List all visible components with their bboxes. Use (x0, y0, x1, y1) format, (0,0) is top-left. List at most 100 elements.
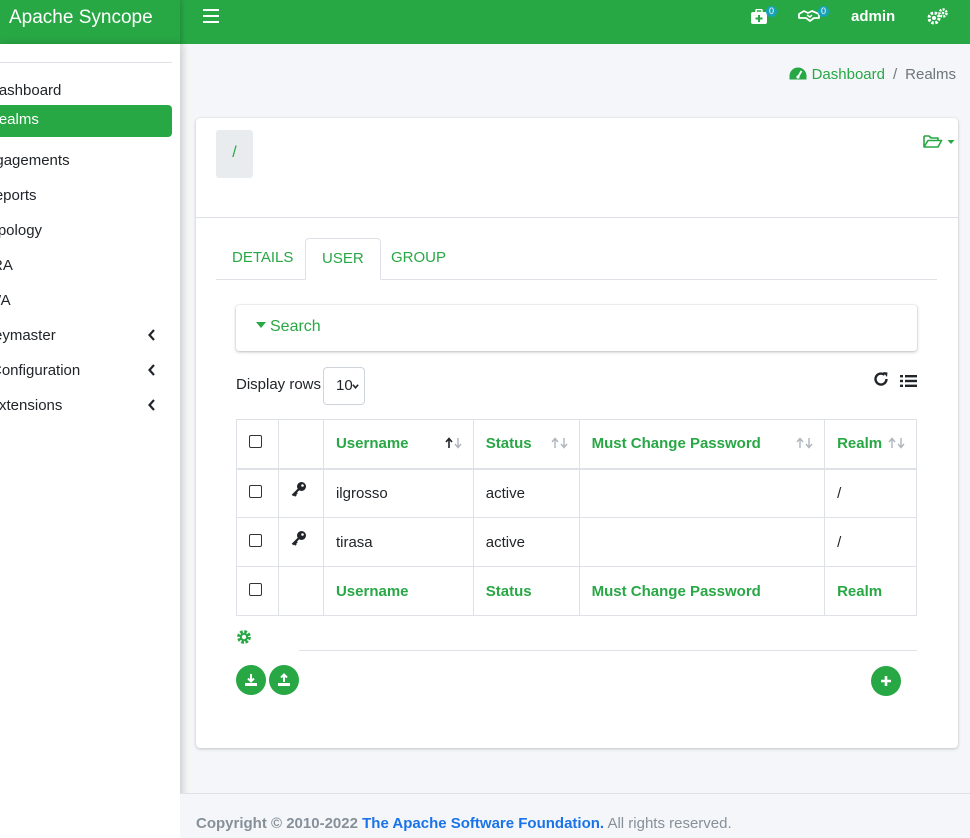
column-footer-realm: Realm (824, 566, 917, 616)
notifications-badge: 0 (766, 6, 778, 17)
settings-gears-icon[interactable] (927, 8, 949, 30)
search-panel-toggle[interactable]: Search (236, 305, 917, 351)
cell-status: active (472, 468, 580, 518)
key-icon[interactable] (291, 481, 307, 498)
table-tools (872, 370, 918, 392)
sidebar-item-label: Engagements (0, 152, 70, 169)
column-header-label: Status (485, 435, 532, 453)
column-header-username[interactable]: Username (322, 419, 474, 470)
apache-foundation-link[interactable]: The Apache Software Foundation. (362, 815, 604, 832)
cell-must-change-password (578, 517, 826, 567)
column-header-must-change-password[interactable]: Must Change Password (578, 419, 826, 470)
table-row[interactable]: ilgrosso active / (236, 468, 917, 518)
sort-icon (551, 437, 568, 449)
sidebar-item-wa[interactable]: WA (0, 286, 172, 318)
app-title: Apache Syncope (9, 7, 153, 28)
column-header-status[interactable]: Status (472, 419, 580, 470)
sidebar-item-topology[interactable]: Topology (0, 216, 172, 248)
chevron-left-icon (148, 399, 155, 411)
row-select-cell (236, 468, 279, 518)
realm-tabs: DETAILS USER GROUP (216, 238, 937, 280)
actions-divider (299, 650, 917, 651)
tab-user[interactable]: USER (305, 238, 381, 280)
cell-username: tirasa (322, 517, 474, 567)
app-brand[interactable]: Apache Syncope (0, 0, 180, 44)
plus-icon (881, 676, 891, 686)
tab-details[interactable]: DETAILS (216, 238, 309, 280)
column-footer-status: Status (472, 566, 580, 616)
caret-down-icon (947, 140, 955, 144)
sidebar-item-configuration[interactable]: Configuration (0, 356, 172, 388)
cell-realm: / (824, 468, 917, 518)
select-all-cell (236, 566, 279, 616)
gear-icon[interactable] (236, 629, 252, 645)
sidebar-item-dashboard[interactable]: Dashboard (0, 76, 172, 108)
actions-footer-cell (277, 566, 324, 616)
dashboard-icon (789, 67, 807, 80)
column-header-label: Username (335, 435, 409, 453)
sidebar-item-label: Reports (0, 187, 37, 204)
cell-status: active (472, 517, 580, 567)
breadcrumb-home-label: Dashboard (811, 66, 885, 83)
sidebar-item-label: WA (0, 292, 11, 309)
user-menu[interactable]: admin (851, 8, 895, 25)
caret-down-icon (256, 322, 266, 328)
column-list-icon[interactable] (900, 374, 918, 388)
download-icon (245, 674, 257, 686)
table-footer-row: Username Status Must Change Password Rea… (236, 566, 917, 616)
add-user-button[interactable] (871, 666, 901, 696)
row-checkbox[interactable] (249, 533, 262, 547)
realm-card: / DETAILS USER GROUP Search Display rows… (196, 118, 958, 748)
breadcrumb: Dashboard / Realms (789, 66, 956, 83)
sidebar-item-label: Topology (0, 222, 43, 239)
breadcrumb-home[interactable]: Dashboard (789, 66, 885, 83)
menu-toggle-icon[interactable] (203, 9, 219, 25)
sidebar-item-realms[interactable]: Realms (0, 105, 172, 137)
chevron-down-icon (352, 384, 359, 390)
realm-path-label: / (232, 144, 237, 161)
select-all-cell (236, 419, 279, 470)
sidebar-item-label: Keymaster (0, 327, 56, 344)
sidebar-item-keymaster[interactable]: Keymaster (0, 321, 172, 353)
realm-actions-button[interactable] (923, 134, 955, 153)
sidebar-item-reports[interactable]: Reports (0, 181, 172, 213)
cell-username: ilgrosso (322, 468, 474, 518)
table-header-row: Username Status Must Change Password Rea… (236, 419, 917, 470)
sidebar-item-engagements[interactable]: Engagements (0, 146, 172, 178)
sort-icon (888, 437, 905, 449)
row-actions-cell (277, 517, 324, 567)
breadcrumb-current: Realms (905, 66, 956, 83)
column-header-label: Must Change Password (591, 435, 761, 453)
column-header-realm[interactable]: Realm (824, 419, 917, 470)
display-rows-select[interactable]: 10 (323, 367, 365, 405)
select-all-checkbox[interactable] (249, 435, 262, 449)
tasks-icon[interactable]: 0 (798, 6, 830, 29)
tasks-badge: 0 (818, 6, 830, 17)
column-header-label: Realm (837, 435, 883, 453)
select-all-checkbox[interactable] (249, 582, 262, 596)
key-icon[interactable] (291, 530, 307, 546)
row-checkbox[interactable] (249, 484, 262, 498)
sidebar-item-label: Extensions (0, 397, 63, 414)
display-rows-label: Display rows (236, 376, 322, 393)
row-select-cell (236, 517, 279, 567)
search-label: Search (270, 318, 321, 335)
refresh-icon[interactable] (872, 370, 890, 388)
display-rows-value: 10 (336, 377, 353, 394)
sort-ascending-icon (445, 437, 462, 449)
notifications-icon[interactable]: 0 (750, 6, 778, 29)
actions-header-cell (277, 419, 324, 470)
sidebar-item-sra[interactable]: SRA (0, 251, 172, 283)
breadcrumb-separator: / (892, 66, 898, 83)
copyright-text: Copyright © 2010-2022 (196, 815, 358, 832)
table-row[interactable]: tirasa active / (236, 517, 917, 567)
folder-open-icon (923, 135, 943, 148)
export-button[interactable] (236, 665, 266, 695)
tab-group[interactable]: GROUP (375, 238, 462, 280)
import-button[interactable] (269, 665, 299, 695)
realm-path[interactable]: / (216, 130, 253, 178)
page-footer: Copyright © 2010-2022 The Apache Softwar… (180, 793, 970, 838)
sidebar-item-label: Realms (0, 111, 39, 128)
sort-icon (796, 437, 813, 449)
sidebar-item-extensions[interactable]: Extensions (0, 391, 172, 423)
